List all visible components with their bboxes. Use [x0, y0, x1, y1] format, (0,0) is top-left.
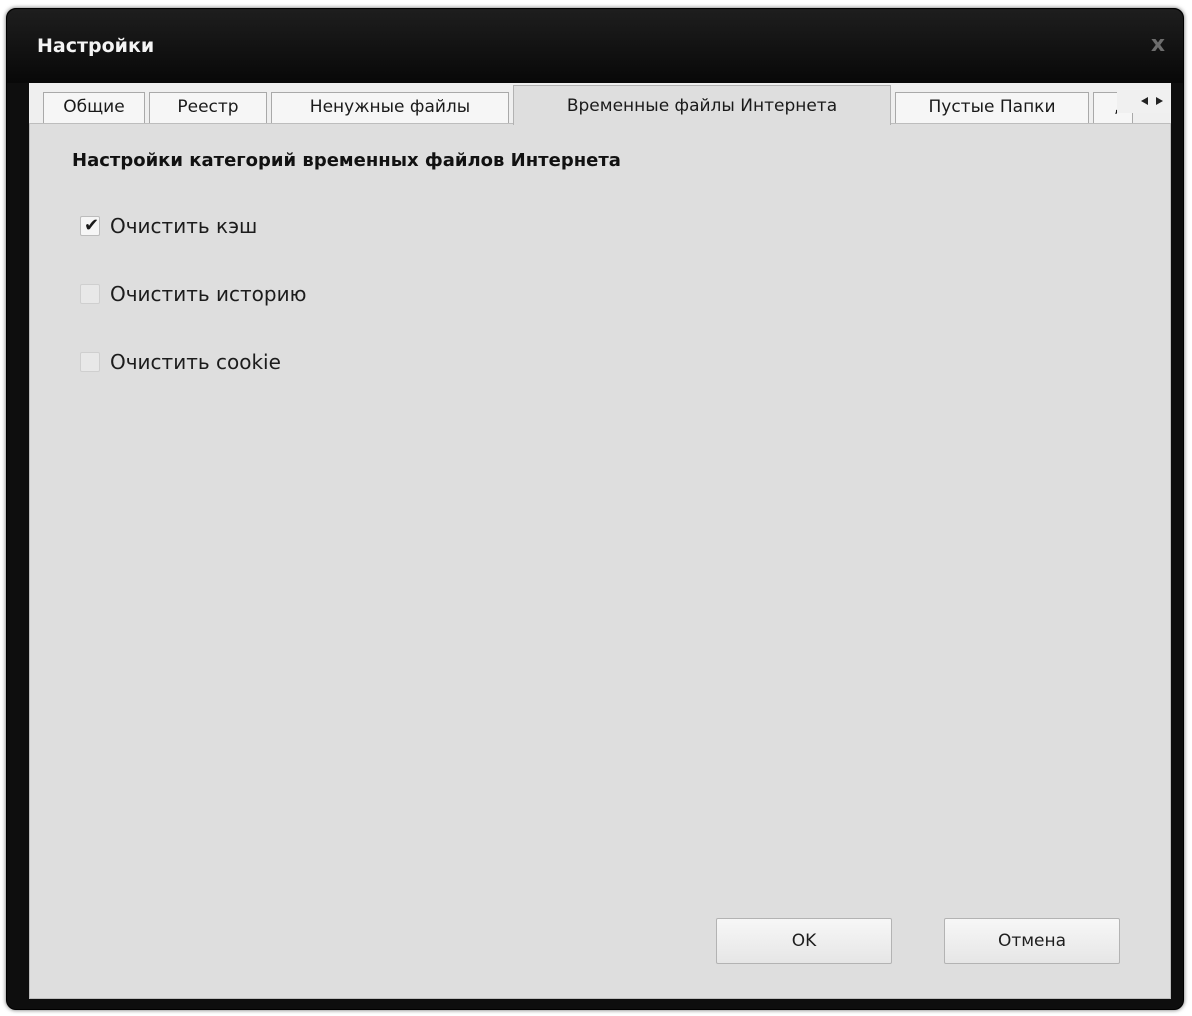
arrow-left-icon[interactable]	[1141, 97, 1148, 105]
option-clear-cookie[interactable]: Очистить cookie	[80, 348, 281, 376]
arrow-right-icon[interactable]	[1156, 97, 1163, 105]
clear-history-checkbox[interactable]	[80, 284, 100, 304]
tab-registry[interactable]: Реестр	[149, 92, 267, 123]
tab-panel: Настройки категорий временных файлов Инт…	[29, 123, 1171, 999]
tab-empty-folders[interactable]: Пустые Папки	[895, 92, 1089, 123]
clear-cache-checkbox[interactable]: ✔	[80, 215, 100, 236]
option-clear-cache[interactable]: ✔ Очистить кэш	[80, 212, 257, 240]
option-clear-history[interactable]: Очистить историю	[80, 280, 306, 308]
clear-cache-label: Очистить кэш	[110, 214, 258, 238]
close-icon[interactable]: x	[1145, 31, 1171, 59]
section-title: Настройки категорий временных файлов Инт…	[72, 150, 621, 171]
title-bar: Настройки x	[7, 9, 1183, 83]
clear-cookie-label: Очистить cookie	[110, 350, 281, 374]
tab-general[interactable]: Общие	[43, 92, 145, 123]
tab-scroll-buttons	[1117, 89, 1171, 113]
checkmark-icon: ✔	[84, 215, 100, 236]
tab-strip: Общие Реестр Ненужные файлы Временные фа…	[29, 83, 1171, 125]
cancel-button[interactable]: Отмена	[944, 918, 1120, 964]
tab-temp-internet-files[interactable]: Временные файлы Интернета	[513, 85, 891, 125]
window-title: Настройки	[37, 35, 155, 57]
settings-dialog: Настройки x Общие Реестр Ненужные файлы …	[6, 8, 1184, 1010]
tab-junk-files[interactable]: Ненужные файлы	[271, 92, 509, 123]
clear-cookie-checkbox[interactable]	[80, 352, 100, 372]
clear-history-label: Очистить историю	[110, 282, 307, 306]
ok-button[interactable]: OK	[716, 918, 892, 964]
